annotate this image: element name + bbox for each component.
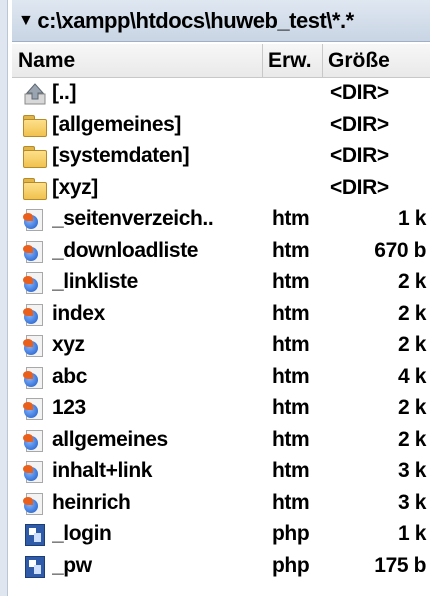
htm-file-icon <box>22 271 48 295</box>
htm-file-icon <box>22 429 48 453</box>
file-row[interactable]: _pw php 175 b <box>12 551 430 583</box>
file-size: 4 k <box>398 364 426 388</box>
file-extension: htm <box>272 459 310 482</box>
file-name: _downloadliste <box>52 238 199 262</box>
htm-file-icon <box>22 303 48 327</box>
column-header-ext[interactable]: Erw. <box>268 49 312 73</box>
folder-icon <box>22 145 48 169</box>
file-row[interactable]: heinrich htm 3 k <box>12 488 430 520</box>
file-size: 1 k <box>398 522 426 545</box>
htm-file-icon <box>22 208 48 232</box>
file-list: [..] <DIR> [allgemeines] <DIR> [systemdaten]… <box>12 78 430 582</box>
path-bar[interactable]: ▼ c:\xampp\htdocs\huweb_test\*.* <box>12 0 430 42</box>
file-size: 2 k <box>398 427 426 451</box>
file-name: inhalt+link <box>52 459 153 482</box>
file-extension: htm <box>272 490 310 514</box>
file-row[interactable]: [allgemeines] <DIR> <box>12 110 430 142</box>
file-extension: htm <box>272 270 310 293</box>
file-name: xyz <box>52 333 85 356</box>
htm-file-icon <box>22 334 48 358</box>
file-row[interactable]: xyz htm 2 k <box>12 330 430 362</box>
file-row[interactable]: [..] <DIR> <box>12 78 430 110</box>
file-size: 1 k <box>398 207 426 230</box>
file-name: [allgemeines] <box>52 112 182 136</box>
file-row[interactable]: inhalt+link htm 3 k <box>12 456 430 488</box>
column-separator[interactable] <box>262 44 263 78</box>
file-extension: php <box>272 553 310 577</box>
file-name: [systemdaten] <box>52 144 190 167</box>
file-row[interactable]: _linkliste htm 2 k <box>12 267 430 299</box>
file-name: _linkliste <box>52 270 138 293</box>
dropdown-arrow-icon[interactable]: ▼ <box>18 12 34 30</box>
file-name: index <box>52 301 105 325</box>
file-row[interactable]: 123 htm 2 k <box>12 393 430 425</box>
file-size: 2 k <box>398 333 426 356</box>
file-name: _pw <box>52 553 92 577</box>
file-row[interactable]: _downloadliste htm 670 b <box>12 236 430 268</box>
file-name: [..] <box>52 81 77 104</box>
file-extension: php <box>272 522 310 545</box>
file-row[interactable]: allgemeines htm 2 k <box>12 425 430 457</box>
file-row[interactable]: index htm 2 k <box>12 299 430 331</box>
htm-file-icon <box>22 492 48 516</box>
file-extension: htm <box>272 364 310 388</box>
php-file-icon <box>22 523 48 547</box>
column-header-name[interactable]: Name <box>18 49 75 73</box>
file-name: abc <box>52 364 87 388</box>
column-header-size[interactable]: Größe <box>328 49 390 73</box>
file-size: 2 k <box>398 301 426 325</box>
file-extension: htm <box>272 301 310 325</box>
file-size: 2 k <box>398 396 426 419</box>
column-header: Name Erw. Größe <box>12 44 430 78</box>
file-extension: htm <box>272 396 310 419</box>
htm-file-icon <box>22 366 48 390</box>
file-name: _seitenverzeich.. <box>52 207 214 230</box>
file-row[interactable]: abc htm 4 k <box>12 362 430 394</box>
file-size: <DIR> <box>330 144 389 167</box>
column-separator[interactable] <box>322 44 323 78</box>
file-size: <DIR> <box>330 175 389 199</box>
htm-file-icon <box>22 397 48 421</box>
file-name: allgemeines <box>52 427 168 451</box>
file-row[interactable]: [xyz] <DIR> <box>12 173 430 205</box>
file-extension: htm <box>272 207 310 230</box>
file-size: 3 k <box>398 490 426 514</box>
file-size: 670 b <box>374 238 426 262</box>
file-extension: htm <box>272 427 310 451</box>
file-row[interactable]: _login php 1 k <box>12 519 430 551</box>
pane-left-border <box>0 0 8 596</box>
current-path: c:\xampp\htdocs\huweb_test\*.* <box>37 7 354 33</box>
htm-file-icon <box>22 240 48 264</box>
php-file-icon <box>22 555 48 579</box>
file-size: 175 b <box>374 553 426 577</box>
file-row[interactable]: _seitenverzeich.. htm 1 k <box>12 204 430 236</box>
folder-icon <box>22 177 48 201</box>
file-row[interactable]: [systemdaten] <DIR> <box>12 141 430 173</box>
file-name: heinrich <box>52 490 131 514</box>
file-name: _login <box>52 522 112 545</box>
file-name: [xyz] <box>52 175 98 199</box>
htm-file-icon <box>22 460 48 484</box>
file-extension: htm <box>272 238 310 262</box>
file-size: <DIR> <box>330 112 389 136</box>
file-name: 123 <box>52 396 86 419</box>
file-size: <DIR> <box>330 81 389 104</box>
file-size: 2 k <box>398 270 426 293</box>
up-dir-icon <box>22 82 48 106</box>
file-extension: htm <box>272 333 310 356</box>
file-size: 3 k <box>398 459 426 482</box>
folder-icon <box>22 114 48 138</box>
